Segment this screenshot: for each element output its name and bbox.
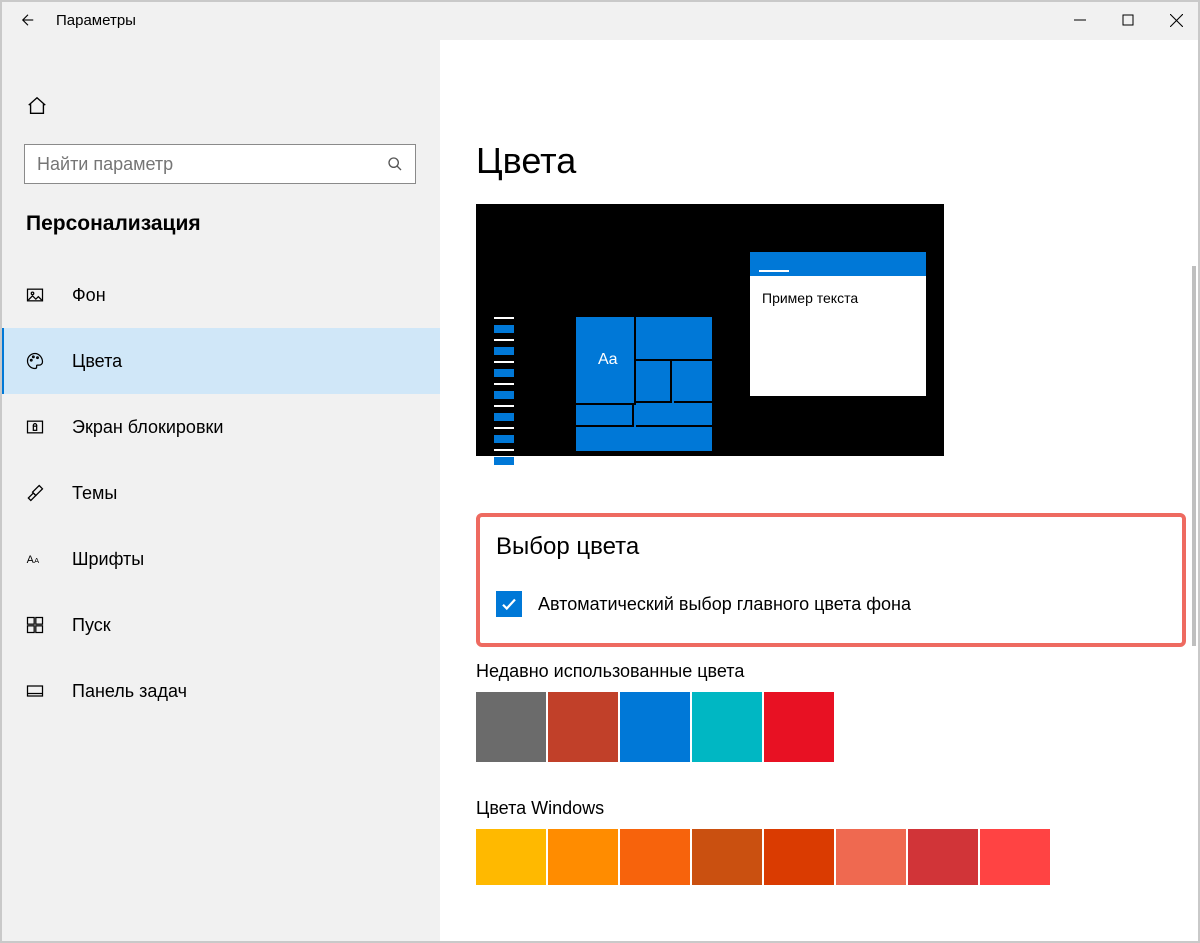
color-swatch[interactable] — [836, 829, 906, 885]
nav-item-label: Пуск — [72, 615, 111, 636]
color-swatch[interactable] — [980, 829, 1050, 885]
font-icon: AA — [20, 549, 50, 569]
color-swatch[interactable] — [548, 829, 618, 885]
home-button[interactable] — [0, 84, 440, 128]
nav-item-label: Фон — [72, 285, 106, 306]
svg-text:A: A — [34, 556, 39, 565]
color-swatch[interactable] — [692, 692, 762, 762]
main-content: Цвета Aa Пример текста Выбор цвета Автом… — [440, 40, 1200, 943]
search-icon — [375, 156, 415, 172]
nav-lockscreen[interactable]: Экран блокировки — [0, 394, 440, 460]
nav-item-label: Панель задач — [72, 681, 187, 702]
nav-item-label: Цвета — [72, 351, 122, 372]
close-icon — [1170, 14, 1183, 27]
auto-color-checkbox[interactable]: Автоматический выбор главного цвета фона — [496, 591, 1166, 617]
windows-colors-row — [476, 829, 1184, 885]
nav-fonts[interactable]: AA Шрифты — [0, 526, 440, 592]
section-title: Персонализация — [0, 212, 440, 236]
color-swatch[interactable] — [908, 829, 978, 885]
nav-item-label: Экран блокировки — [72, 417, 223, 438]
nav-colors[interactable]: Цвета — [0, 328, 440, 394]
nav-background[interactable]: Фон — [0, 262, 440, 328]
scrollbar-thumb[interactable] — [1192, 266, 1196, 646]
color-swatch[interactable] — [620, 692, 690, 762]
preview-sample-text: Пример текста — [750, 276, 926, 320]
nav-start[interactable]: Пуск — [0, 592, 440, 658]
color-swatch[interactable] — [620, 829, 690, 885]
nav-item-label: Шрифты — [72, 549, 144, 570]
auto-color-label: Автоматический выбор главного цвета фона — [538, 594, 911, 615]
back-button[interactable] — [0, 0, 56, 40]
recent-colors-row — [476, 692, 1184, 762]
color-swatch[interactable] — [548, 692, 618, 762]
theme-preview: Aa Пример текста — [476, 204, 944, 456]
preview-taskbar — [494, 317, 514, 479]
lockscreen-icon — [20, 417, 50, 437]
page-title: Цвета — [476, 140, 1184, 182]
windows-colors-heading: Цвета Windows — [476, 798, 1184, 819]
color-pick-heading: Выбор цвета — [496, 533, 1166, 561]
highlight-annotation: Выбор цвета Автоматический выбор главног… — [476, 513, 1186, 647]
maximize-icon — [1122, 14, 1134, 26]
preview-start: Aa — [576, 317, 712, 451]
color-swatch[interactable] — [764, 692, 834, 762]
search-field[interactable] — [24, 144, 416, 184]
color-swatch[interactable] — [692, 829, 762, 885]
taskbar-icon — [20, 681, 50, 701]
nav-themes[interactable]: Темы — [0, 460, 440, 526]
picture-icon — [20, 285, 50, 305]
preview-aa-label: Aa — [598, 351, 618, 369]
color-swatch[interactable] — [476, 692, 546, 762]
checkbox-checked-icon — [496, 591, 522, 617]
nav-taskbar[interactable]: Панель задач — [0, 658, 440, 724]
search-input[interactable] — [25, 154, 375, 175]
sidebar: Персонализация Фон Цвета Экран блокировк… — [0, 40, 440, 943]
color-swatch[interactable] — [764, 829, 834, 885]
recent-colors-heading: Недавно использованные цвета — [476, 661, 1184, 682]
start-icon — [20, 615, 50, 635]
palette-icon — [20, 351, 50, 371]
paintbrush-icon — [20, 483, 50, 503]
minimize-icon — [1074, 14, 1086, 26]
window-titlebar: Параметры — [0, 0, 1200, 40]
minimize-button[interactable] — [1056, 0, 1104, 40]
home-icon — [26, 95, 48, 117]
arrow-left-icon — [19, 11, 37, 29]
close-button[interactable] — [1152, 0, 1200, 40]
window-title: Параметры — [56, 12, 136, 29]
color-swatch[interactable] — [476, 829, 546, 885]
nav-item-label: Темы — [72, 483, 117, 504]
maximize-button[interactable] — [1104, 0, 1152, 40]
preview-window: Пример текста — [750, 252, 926, 396]
